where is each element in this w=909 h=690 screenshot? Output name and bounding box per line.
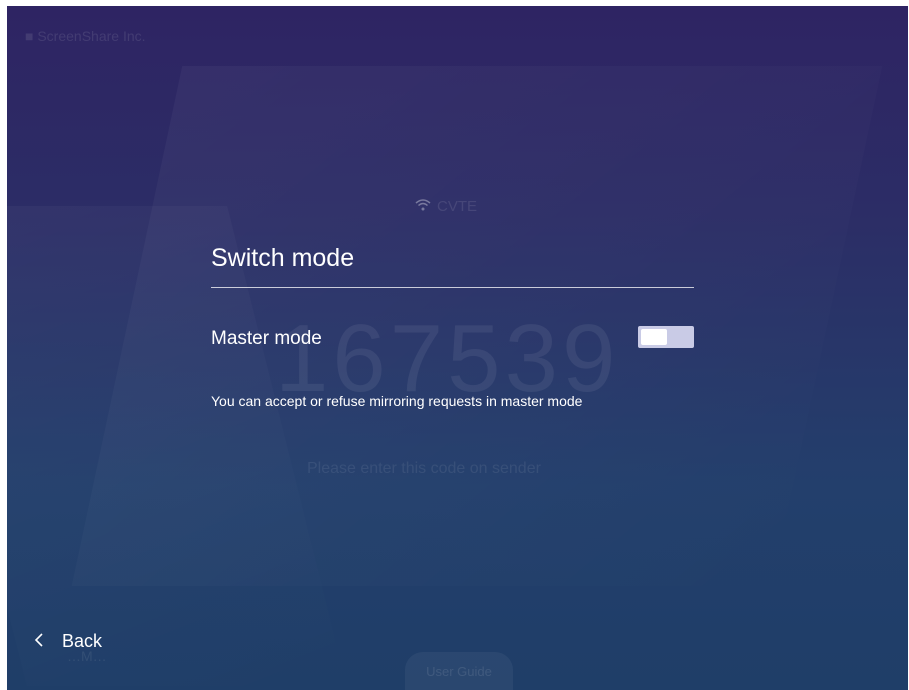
app-screen: ■ ScreenShare Inc. CVTE 167539 Please en… <box>7 6 908 690</box>
master-mode-toggle[interactable] <box>638 326 694 348</box>
page-title: Switch mode <box>211 244 355 272</box>
toggle-knob <box>641 329 667 345</box>
background-logo: ■ ScreenShare Inc. <box>25 28 146 44</box>
master-mode-description: You can accept or refuse mirroring reque… <box>211 393 583 409</box>
chevron-left-icon <box>34 632 44 651</box>
master-mode-label: Master mode <box>211 328 322 349</box>
back-button[interactable]: Back <box>34 631 102 652</box>
network-name: CVTE <box>437 198 478 215</box>
user-guide-button[interactable]: User Guide <box>405 652 513 690</box>
back-label: Back <box>62 631 103 651</box>
wifi-icon <box>415 198 431 215</box>
title-divider <box>211 287 694 288</box>
background-hint: Please enter this code on sender <box>307 460 541 477</box>
background-network: CVTE <box>415 198 477 215</box>
